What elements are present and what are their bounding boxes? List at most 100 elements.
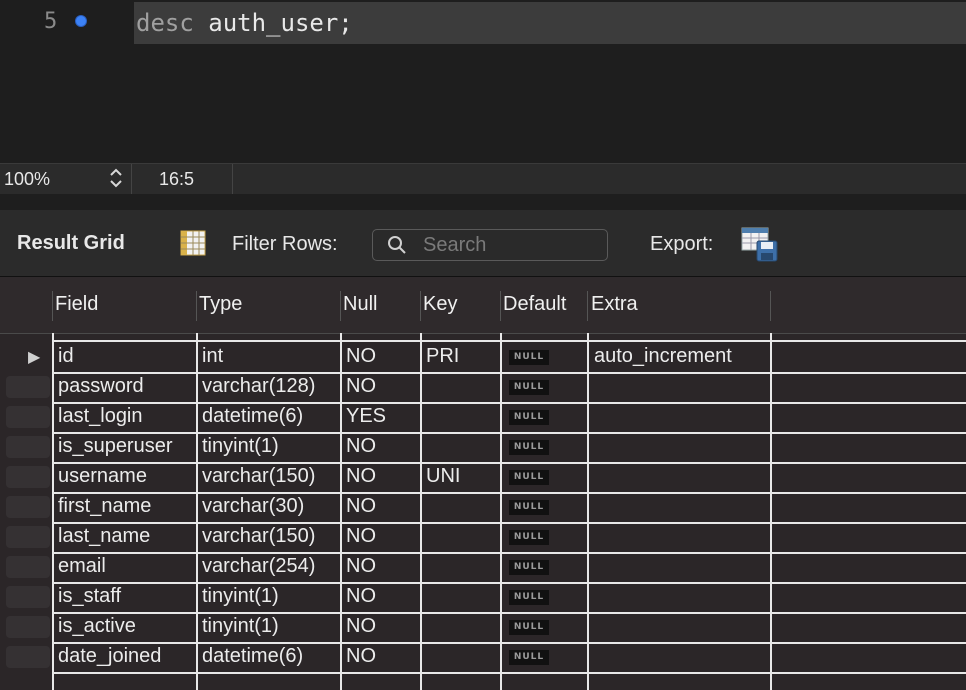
cell-null[interactable]: NO: [346, 615, 376, 638]
cell-null[interactable]: NO: [346, 555, 376, 578]
table-row[interactable]: is_staff tinyint(1) NO NULL: [52, 582, 966, 614]
line-number: 5: [44, 9, 58, 34]
table-row[interactable]: is_active tinyint(1) NO NULL: [52, 612, 966, 644]
table-row[interactable]: last_login datetime(6) YES NULL: [52, 402, 966, 434]
cell-type[interactable]: varchar(150): [202, 465, 315, 488]
grid-line: [340, 333, 342, 690]
cell-field[interactable]: last_login: [58, 405, 143, 428]
table-row[interactable]: last_name varchar(150) NO NULL: [52, 522, 966, 554]
row-gutter[interactable]: [6, 466, 50, 488]
column-divider[interactable]: [196, 291, 197, 321]
cell-default-null[interactable]: NULL: [509, 560, 549, 575]
zoom-stepper-icon[interactable]: [105, 166, 127, 190]
result-grid[interactable]: Field Type Null Key Default Extra ▶ id in…: [0, 277, 966, 690]
row-gutter[interactable]: [6, 406, 50, 428]
column-header-key[interactable]: Key: [423, 293, 457, 316]
column-divider[interactable]: [770, 291, 771, 321]
cell-field[interactable]: date_joined: [58, 645, 161, 668]
table-row[interactable]: is_superuser tinyint(1) NO NULL: [52, 432, 966, 464]
sql-statement[interactable]: desc auth_user;: [136, 9, 353, 37]
cell-default-null[interactable]: NULL: [509, 530, 549, 545]
cell-type[interactable]: tinyint(1): [202, 615, 279, 638]
column-header-default[interactable]: Default: [503, 293, 566, 316]
cell-type[interactable]: tinyint(1): [202, 435, 279, 458]
table-row[interactable]: id int NO PRI auto_increment NULL: [52, 340, 966, 374]
cell-default-null[interactable]: NULL: [509, 620, 549, 635]
column-header-null[interactable]: Null: [343, 293, 377, 316]
column-header-extra[interactable]: Extra: [591, 293, 638, 316]
result-grid-tab[interactable]: Result Grid: [17, 232, 125, 255]
cell-key[interactable]: PRI: [426, 345, 459, 368]
cell-field[interactable]: username: [58, 465, 147, 488]
grid-line: [196, 333, 198, 690]
cell-extra[interactable]: auto_increment: [594, 345, 732, 368]
column-divider[interactable]: [420, 291, 421, 321]
table-row[interactable]: password varchar(128) NO NULL: [52, 372, 966, 404]
row-gutter[interactable]: [6, 586, 50, 608]
row-gutter[interactable]: [6, 436, 50, 458]
cell-default-null[interactable]: NULL: [509, 440, 549, 455]
column-header-type[interactable]: Type: [199, 293, 242, 316]
table-row[interactable]: email varchar(254) NO NULL: [52, 552, 966, 584]
cell-field[interactable]: last_name: [58, 525, 150, 548]
table-row[interactable]: username varchar(150) NO UNI NULL: [52, 462, 966, 494]
cell-type[interactable]: datetime(6): [202, 405, 303, 428]
cell-field[interactable]: first_name: [58, 495, 151, 518]
cell-type[interactable]: varchar(150): [202, 525, 315, 548]
row-gutter[interactable]: [6, 616, 50, 638]
table-row[interactable]: first_name varchar(30) NO NULL: [52, 492, 966, 524]
row-gutter[interactable]: [6, 526, 50, 548]
sql-editor[interactable]: 5 desc auth_user;: [0, 0, 966, 163]
cell-null[interactable]: NO: [346, 345, 376, 368]
search-input[interactable]: [423, 232, 593, 258]
grid-header: Field Type Null Key Default Extra: [0, 277, 966, 334]
cell-field[interactable]: id: [58, 345, 74, 368]
zoom-level: 100%: [4, 169, 51, 189]
cell-type[interactable]: tinyint(1): [202, 585, 279, 608]
column-divider[interactable]: [340, 291, 341, 321]
column-header-field[interactable]: Field: [55, 293, 98, 316]
cell-default-null[interactable]: NULL: [509, 590, 549, 605]
cell-type[interactable]: varchar(30): [202, 495, 304, 518]
column-divider[interactable]: [500, 291, 501, 321]
cell-null[interactable]: NO: [346, 495, 376, 518]
row-gutter[interactable]: [6, 646, 50, 668]
cell-null[interactable]: NO: [346, 375, 376, 398]
cell-type[interactable]: varchar(128): [202, 375, 315, 398]
row-gutter[interactable]: [6, 556, 50, 578]
status-divider: [232, 164, 233, 194]
filter-search-box[interactable]: [372, 229, 608, 261]
current-line-highlight[interactable]: desc auth_user;: [134, 2, 966, 44]
cell-default-null[interactable]: NULL: [509, 380, 549, 395]
grid-line: [500, 333, 502, 690]
grid-line: [770, 333, 772, 690]
cell-default-null[interactable]: NULL: [509, 650, 549, 665]
cell-field[interactable]: password: [58, 375, 144, 398]
cell-null[interactable]: NO: [346, 585, 376, 608]
cell-field[interactable]: is_active: [58, 615, 136, 638]
cell-field[interactable]: email: [58, 555, 106, 578]
cell-type[interactable]: varchar(254): [202, 555, 315, 578]
row-gutter[interactable]: [6, 376, 50, 398]
result-grid-icon[interactable]: [180, 230, 206, 261]
cell-null[interactable]: YES: [346, 405, 386, 428]
cell-key[interactable]: UNI: [426, 465, 460, 488]
cell-type[interactable]: int: [202, 345, 223, 368]
cell-type[interactable]: datetime(6): [202, 645, 303, 668]
table-row[interactable]: date_joined datetime(6) NO NULL: [52, 642, 966, 674]
column-divider[interactable]: [587, 291, 588, 321]
row-gutter[interactable]: [6, 496, 50, 518]
cell-null[interactable]: NO: [346, 525, 376, 548]
grid-line: [420, 333, 422, 690]
export-icon[interactable]: [741, 227, 779, 268]
cell-default-null[interactable]: NULL: [509, 500, 549, 515]
cell-null[interactable]: NO: [346, 435, 376, 458]
cell-null[interactable]: NO: [346, 465, 376, 488]
cell-field[interactable]: is_superuser: [58, 435, 173, 458]
result-toolbar: Result Grid Filter Rows: Export:: [0, 210, 966, 277]
cell-null[interactable]: NO: [346, 645, 376, 668]
cell-default-null[interactable]: NULL: [509, 470, 549, 485]
cell-default-null[interactable]: NULL: [509, 410, 549, 425]
cell-default-null[interactable]: NULL: [509, 350, 549, 365]
cell-field[interactable]: is_staff: [58, 585, 121, 608]
